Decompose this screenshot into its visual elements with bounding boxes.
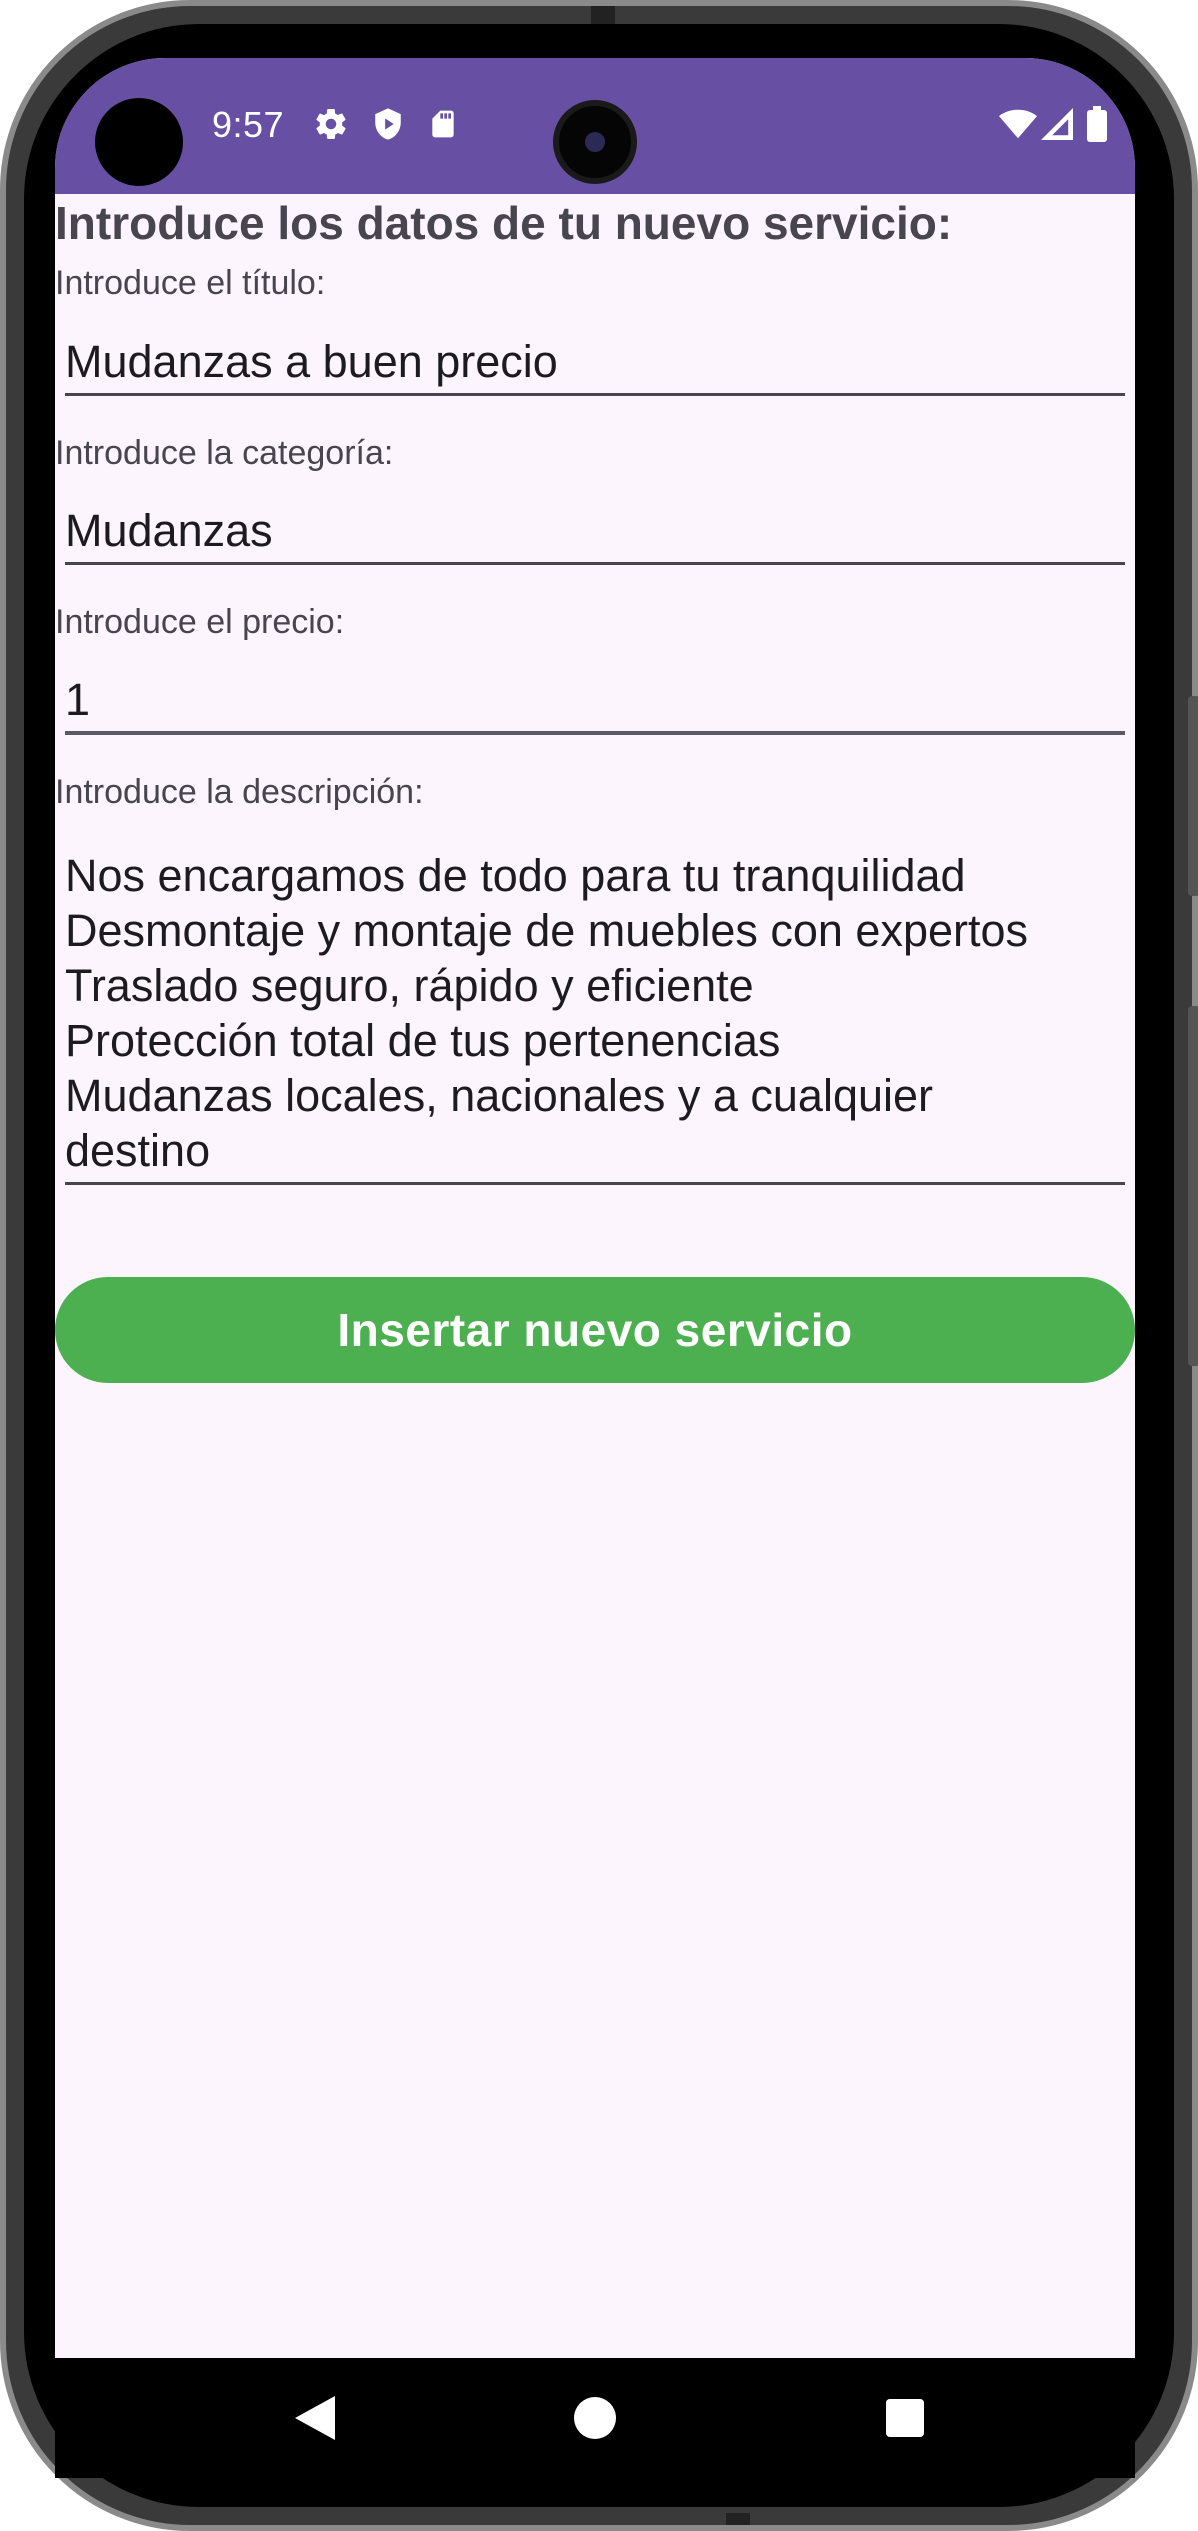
shield-icon — [371, 106, 405, 147]
sd-card-icon — [427, 106, 459, 147]
home-icon[interactable] — [535, 2358, 655, 2478]
wifi-icon — [999, 108, 1037, 145]
bottom-edge-marker — [726, 2513, 750, 2525]
navigation-bar — [55, 2358, 1135, 2478]
center-camera-cutout — [553, 100, 637, 184]
insert-service-button[interactable]: Insertar nuevo servicio — [55, 1277, 1135, 1383]
signal-icon — [1041, 108, 1073, 145]
status-time: 9:57 — [212, 104, 285, 145]
page-title: Introduce los datos de tu nuevo servicio… — [55, 197, 953, 249]
top-edge-marker — [591, 6, 615, 26]
description-input[interactable]: Nos encargamos de todo para tu tranquili… — [65, 848, 1125, 1185]
title-label: Introduce el título: — [55, 264, 326, 302]
battery-icon — [1087, 106, 1107, 147]
power-button — [1188, 1006, 1198, 1366]
gear-icon — [313, 106, 349, 147]
screen: 9:57 Introduce los datos de tu nuevo ser… — [55, 58, 1135, 2358]
category-input[interactable]: Mudanzas — [65, 503, 1125, 565]
status-bar: 9:57 — [55, 58, 1135, 194]
front-camera-cutout — [95, 98, 183, 186]
category-label: Introduce la categoría: — [55, 434, 394, 472]
back-icon[interactable] — [255, 2358, 375, 2478]
price-input[interactable]: 1 — [65, 672, 1125, 735]
price-label: Introduce el precio: — [55, 603, 345, 641]
description-label: Introduce la descripción: — [55, 773, 424, 811]
volume-button — [1188, 696, 1198, 896]
recents-icon[interactable] — [845, 2358, 965, 2478]
title-input[interactable]: Mudanzas a buen precio — [65, 334, 1125, 396]
